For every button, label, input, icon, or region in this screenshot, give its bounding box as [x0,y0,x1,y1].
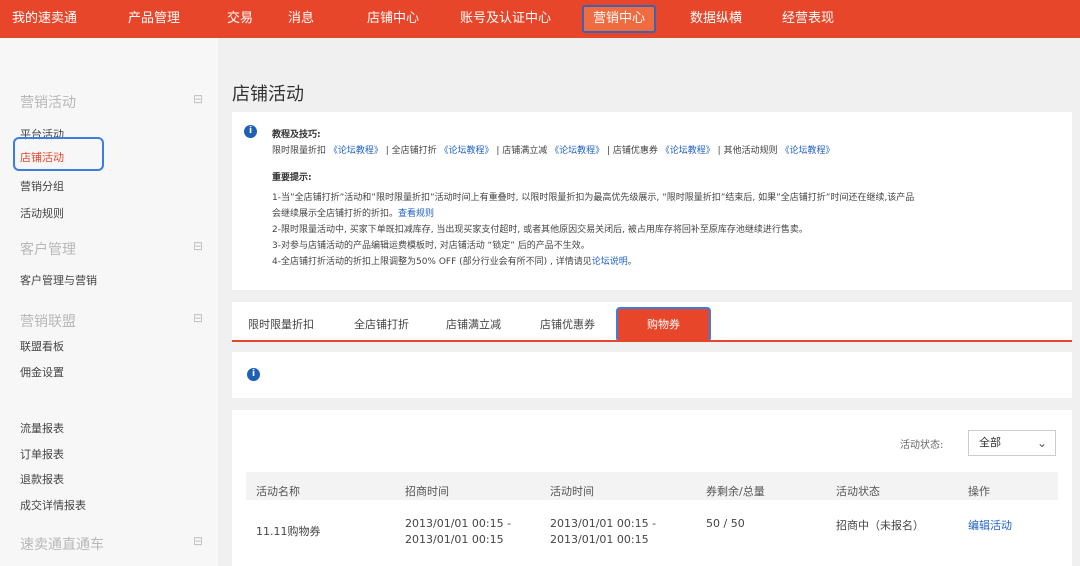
activity-name: 11.11购物券 [256,525,321,538]
column-header-recruit-time: 招商时间 [405,485,449,498]
sidebar-group-affiliate[interactable]: 营销联盟 [20,311,76,331]
status-filter-select[interactable]: 全部 ⌄ [968,430,1056,456]
activity-time-start: 2013/01/01 00:15 - [550,517,657,530]
activity-status: 招商中（未报名） [836,519,924,532]
nav-account-certification[interactable]: 账号及认证中心 [460,0,551,38]
tab-store-coupon[interactable]: 店铺优惠券 [540,316,595,332]
tab-limited-time-discount[interactable]: 限时限量折扣 [248,316,314,332]
column-header-activity-time: 活动时间 [550,485,594,498]
forum-tutorial-link[interactable]: 《论坛教程》 [550,146,604,156]
nav-marketing-center[interactable]: 营销中心 [582,5,657,33]
tutorial-label: 限时限量折扣 [272,146,329,156]
collapse-icon[interactable]: ⊟ [193,239,203,253]
nav-my-aliexpress[interactable]: 我的速卖通 [12,0,77,38]
page-title: 店铺活动 [232,84,304,105]
info-icon: i [247,368,260,381]
highlight-outline [13,137,104,171]
nav-messages[interactable]: 消息 [288,0,314,38]
tutorial-label: | 其他活动规则 [714,146,781,156]
view-rules-link[interactable]: 查看规则 [398,209,434,219]
collapse-icon[interactable]: ⊟ [193,311,203,325]
column-header-coupon-remaining: 券剩余/总量 [706,485,765,498]
sidebar-item-activity-rules[interactable]: 活动规则 [20,205,64,221]
important-notes-heading: 重要提示: [272,173,312,183]
tab-shopping-voucher[interactable]: 购物券 [616,307,711,342]
top-navigation-bar: 我的速卖通 产品管理 交易 消息 店铺中心 账号及认证中心 营销中心 数据纵横 … [0,0,1080,38]
sidebar-item-refund-report[interactable]: 退款报表 [20,471,64,487]
sidebar-item-traffic-report[interactable]: 流量报表 [20,420,64,436]
sidebar-item-marketing-groups[interactable]: 营销分组 [20,178,64,194]
recruit-time-end: 2013/01/01 00:15 [405,533,504,546]
tab-underline [232,340,1072,342]
status-filter-value: 全部 [979,436,1001,449]
note-3: 3-对参与店铺活动的产品编辑运费模板时, 对店铺活动 “锁定” 后的产品不生效。 [272,241,590,251]
nav-store-center[interactable]: 店铺中心 [367,0,419,38]
note-1-continued: 会继续展示全店铺打折的折扣。查看规则 [272,209,435,219]
note-2: 2-限时限量活动中, 买家下单既扣减库存, 当出现买家支付超时, 或者其他原因交… [272,225,808,235]
recruit-time-start: 2013/01/01 00:15 - [405,517,512,530]
tips-heading: 教程及技巧: [272,130,321,140]
sidebar-group-marketing-activities[interactable]: 营销活动 [20,92,76,112]
edit-activity-link[interactable]: 编辑活动 [968,517,1012,533]
tab-store-wide-discount[interactable]: 全店铺打折 [354,316,409,332]
sidebar-group-customer-management[interactable]: 客户管理 [20,239,76,259]
forum-tutorial-link[interactable]: 《论坛教程》 [329,146,383,156]
tab-store-full-reduction[interactable]: 店铺满立减 [446,316,501,332]
collapse-icon[interactable]: ⊟ [193,92,203,106]
info-icon: i [244,125,257,138]
forum-tutorial-link[interactable]: 《论坛教程》 [780,146,834,156]
chevron-down-icon: ⌄ [1036,436,1047,450]
status-filter-label: 活动状态: [900,440,944,451]
sidebar-item-order-report[interactable]: 订单报表 [20,446,64,462]
nav-product-management[interactable]: 产品管理 [128,0,180,38]
column-header-status: 活动状态 [836,485,880,498]
tutorial-label: | 全店铺打折 [382,146,440,156]
sidebar-item-affiliate-dashboard[interactable]: 联盟看板 [20,338,64,354]
info-bar [232,352,1072,398]
sidebar-item-transaction-details-report[interactable]: 成交详情报表 [20,497,86,513]
column-header-name: 活动名称 [256,485,300,498]
sidebar-item-customer-marketing[interactable]: 客户管理与营销 [20,272,97,288]
table-header [246,472,1058,500]
nav-data-analytics[interactable]: 数据纵横 [690,0,742,38]
forum-tutorial-link[interactable]: 《论坛教程》 [440,146,494,156]
nav-business-performance[interactable]: 经营表现 [782,0,834,38]
note-1: 1-当”全店铺打折”活动和”限时限量折扣”活动时间上有重叠时, 以限时限量折扣为… [272,193,915,203]
tutorial-label: | 店铺优惠券 [604,146,661,156]
forum-tutorial-link[interactable]: 《论坛教程》 [661,146,715,156]
column-header-actions: 操作 [968,485,990,498]
forum-explanation-link[interactable]: 论坛说明 [592,257,628,267]
note-4: 4-全店铺打折活动的折扣上限调整为50% OFF (部分行业会有所不同) , 详… [272,257,637,267]
sidebar-group-express-ads[interactable]: 速卖通直通车 [20,534,104,554]
sidebar-item-commission-settings[interactable]: 佣金设置 [20,364,64,380]
tutorial-links: 限时限量折扣 《论坛教程》 | 全店铺打折 《论坛教程》 | 店铺满立减 《论坛… [272,143,834,156]
coupon-remaining: 50 / 50 [706,517,745,530]
nav-transactions[interactable]: 交易 [227,0,253,38]
collapse-icon[interactable]: ⊟ [193,534,203,548]
activity-time-end: 2013/01/01 00:15 [550,533,649,546]
tutorial-label: | 店铺满立减 [493,146,551,156]
